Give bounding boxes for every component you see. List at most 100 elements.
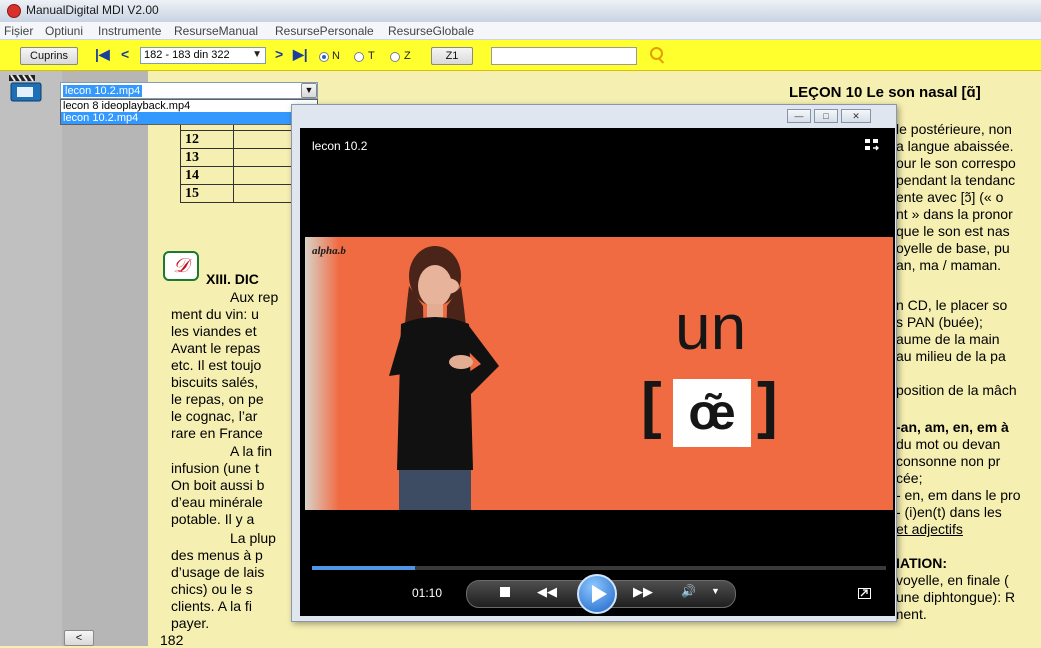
book-line: au milieu de la pa (896, 348, 1006, 364)
book-line: le postérieure, non (896, 121, 1012, 137)
fullscreen-icon[interactable] (858, 588, 871, 599)
book-line: aume de la main (896, 331, 1000, 347)
signing-person-image (365, 246, 505, 510)
book-line: infusion (une t (171, 460, 259, 476)
menu-resursemanual[interactable]: ResurseManual (174, 24, 258, 38)
video-title: lecon 10.2 (312, 139, 368, 153)
menu-bar: Fișier Optiuni Instrumente ResurseManual… (0, 22, 1041, 40)
video-dropdown-list: lecon 8 ideoplayback.mp4 lecon 10.2.mp4 (60, 99, 318, 125)
playback-controls: ◀◀ ▶▶ 🔊 ▼ (466, 574, 736, 614)
collapse-panel-button[interactable]: < (64, 630, 94, 646)
book-line: position de la mâch (896, 382, 1017, 398)
title-bar: ManualDigital MDI V2.00 (0, 0, 1041, 23)
book-line: - (i)en(t) dans les (896, 504, 1002, 520)
chevron-down-icon[interactable]: ▼ (301, 83, 317, 98)
book-line: ment du vin: u (171, 306, 259, 322)
video-select[interactable]: lecon 10.2.mp4 ▼ (60, 82, 318, 99)
page-range-value: 182 - 183 din 322 (144, 49, 230, 61)
book-line: les viandes et (171, 323, 257, 339)
book-line: chics) ou le s (171, 581, 253, 597)
next-page-icon[interactable]: > (275, 46, 283, 62)
page-select[interactable]: 182 - 183 din 322 ▼ (140, 47, 266, 64)
play-button[interactable] (577, 574, 617, 614)
z1-button[interactable]: Z1 (431, 47, 473, 65)
phonetic-bracket-right: ] (757, 371, 778, 440)
alpha-logo: alpha.b (312, 245, 346, 257)
radio-t[interactable] (354, 52, 364, 62)
book-line: du mot ou devan (896, 436, 1001, 452)
window-title: ManualDigital MDI V2.00 (26, 3, 159, 17)
book-line: A la fin (230, 443, 273, 459)
maximize-button[interactable]: □ (814, 109, 838, 123)
book-line: le cognac, l’ar (171, 408, 258, 424)
menu-instrumente[interactable]: Instrumente (98, 24, 161, 38)
radio-n-label: N (332, 50, 340, 62)
book-line: ente avec [ɔ̃] (« o (896, 189, 1004, 205)
close-button[interactable]: ✕ (841, 109, 871, 123)
book-line: -an, am, en, em à (896, 419, 1009, 435)
book-line: des menus à p (171, 547, 263, 563)
word-display: un (675, 291, 747, 363)
list-item[interactable]: lecon 8 ideoplayback.mp4 (61, 100, 317, 112)
table-row: 15 (180, 184, 234, 203)
book-line: an, ma / maman. (896, 257, 1002, 273)
menu-fisier[interactable]: Fișier (4, 24, 33, 38)
menu-resursepersonale[interactable]: ResursePersonale (275, 24, 374, 38)
rewind-icon[interactable]: ◀◀ (537, 584, 557, 600)
book-line: potable. Il y a (171, 511, 255, 527)
search-icon[interactable] (650, 47, 663, 60)
last-page-icon[interactable]: ▶| (293, 46, 308, 63)
book-line: Aux rep (230, 289, 279, 305)
book-line: voyelle, en finale ( (896, 572, 1009, 588)
book-line: une diphtongue): R (896, 589, 1016, 605)
prev-page-icon[interactable]: < (121, 46, 129, 62)
book-line: On boit aussi b (171, 477, 265, 493)
app-icon (7, 4, 21, 18)
book-line: - en, em dans le pro (896, 487, 1021, 503)
minimize-button[interactable]: — (787, 109, 811, 123)
book-line: d’usage de lais (171, 564, 265, 580)
book-line: s PAN (buée); (896, 314, 983, 330)
radio-z-label: Z (404, 50, 411, 62)
lesson-title: LEÇON 10 Le son nasal [ɑ̃] (789, 84, 981, 101)
chevron-down-icon[interactable]: ▼ (252, 49, 262, 60)
book-line: que le son est nas (896, 223, 1010, 239)
cuprins-button[interactable]: Cuprins (20, 47, 78, 65)
progress-track[interactable] (312, 566, 886, 570)
volume-chevron-down-icon[interactable]: ▼ (711, 586, 720, 596)
section-heading: XIII. DIC (206, 271, 259, 287)
book-line: nt » dans la pronor (896, 206, 1013, 222)
menu-optiuni[interactable]: Optiuni (45, 24, 83, 38)
dictation-logo-icon: 𝒟 (163, 251, 199, 281)
menu-resurseglobale[interactable]: ResurseGlobale (388, 24, 474, 38)
table-row: 12 (180, 130, 234, 149)
video-select-value: lecon 10.2.mp4 (63, 85, 143, 97)
switch-view-icon[interactable] (865, 138, 879, 151)
toolbar: Cuprins |◀ < 182 - 183 din 322 ▼ > ▶| N … (0, 40, 1041, 71)
book-line: oyelle de base, pu (896, 240, 1010, 256)
first-page-icon[interactable]: |◀ (95, 46, 110, 63)
stop-icon[interactable] (500, 587, 510, 597)
book-line: our le son correspo (896, 155, 1016, 171)
book-line: La plup (230, 530, 276, 546)
volume-icon[interactable]: 🔊 (681, 584, 696, 598)
book-line: a langue abaissée. (896, 138, 1014, 154)
radio-z[interactable] (390, 52, 400, 62)
exercise-table: 11 12 13 14 15 (180, 112, 303, 203)
video-clapper-icon[interactable] (8, 74, 48, 102)
list-item[interactable]: lecon 10.2.mp4 (61, 112, 317, 124)
phonetic-bracket-left: [ (641, 371, 662, 440)
table-row: 14 (180, 166, 234, 185)
current-time: 01:10 (412, 586, 443, 600)
phonetic-symbol: œ̃ (673, 379, 751, 447)
radio-n[interactable] (319, 52, 329, 62)
book-line: le repas, on pe (171, 391, 264, 407)
video-frame: alpha.b un [ œ̃ ] (305, 237, 893, 510)
book-line: n CD, le placer so (896, 297, 1008, 313)
book-line: pendant la tendanc (896, 172, 1016, 188)
search-input[interactable] (491, 47, 637, 65)
fast-forward-icon[interactable]: ▶▶ (633, 584, 653, 600)
book-line: cée; (896, 470, 923, 486)
search-icon-handle (657, 57, 665, 64)
book-line: et adjectifs (896, 521, 963, 537)
